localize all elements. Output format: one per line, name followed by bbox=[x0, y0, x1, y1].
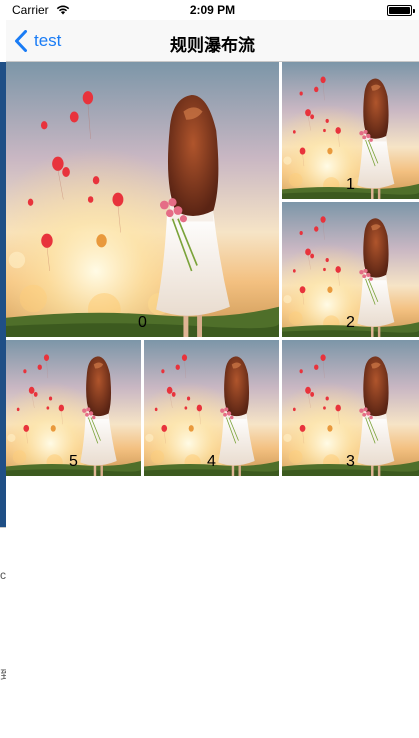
grid-item-label: 1 bbox=[346, 176, 355, 193]
grid-item-label: 0 bbox=[138, 314, 147, 331]
grid-item-5[interactable]: 5 bbox=[6, 340, 141, 476]
status-bar: Carrier 2:09 PM bbox=[6, 0, 419, 20]
grid-item-image bbox=[6, 62, 279, 337]
grid-item-label: 3 bbox=[346, 453, 355, 470]
grid-item-label: 2 bbox=[346, 314, 355, 331]
navigation-bar: test 规则瀑布流 bbox=[6, 20, 419, 62]
page-title: 规则瀑布流 bbox=[170, 36, 255, 55]
grid-item-label: 5 bbox=[69, 453, 78, 470]
grid-item-4[interactable]: 4 bbox=[144, 340, 279, 476]
grid-item-2[interactable]: 2 bbox=[282, 202, 419, 337]
grid-item-0[interactable]: 0 bbox=[6, 62, 279, 337]
grid-item-label: 4 bbox=[207, 453, 216, 470]
battery-level bbox=[389, 7, 410, 14]
waterfall-grid: 0 1 2 5 4 3 bbox=[6, 62, 419, 478]
grid-item-1[interactable]: 1 bbox=[282, 62, 419, 199]
status-time: 2:09 PM bbox=[189, 3, 236, 17]
grid-item-3[interactable]: 3 bbox=[282, 340, 419, 476]
screen: Carrier 2:09 PM test 规则瀑布流 0 1 2 5 4 3 bbox=[6, 0, 419, 738]
battery-icon bbox=[387, 5, 415, 16]
